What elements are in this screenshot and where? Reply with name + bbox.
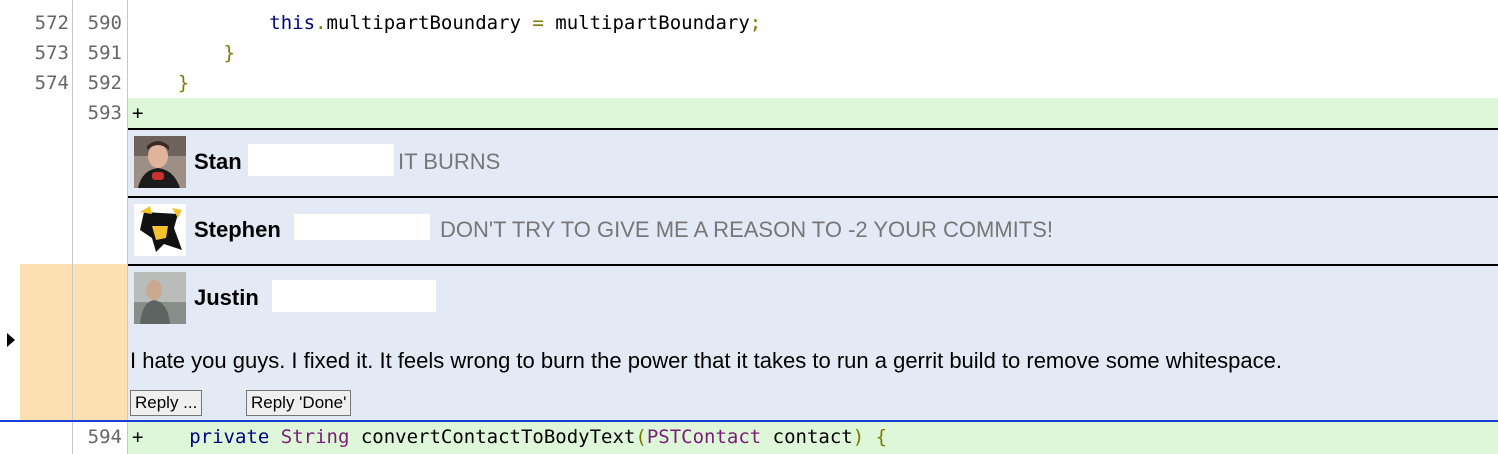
reply-button[interactable]: Reply ...: [130, 390, 203, 416]
comment-stephen[interactable]: Stephen DON'T TRY TO GIVE ME A REASON TO…: [128, 196, 1498, 264]
diff-line: 574 592 }: [0, 68, 1498, 98]
comment-stan[interactable]: Stan IT BURNS: [128, 128, 1498, 196]
new-line-number[interactable]: 594: [73, 422, 127, 454]
new-line-number[interactable]: 591: [73, 38, 127, 68]
new-line-number[interactable]: 592: [73, 68, 127, 98]
comment-summary[interactable]: IT BURNS: [398, 149, 500, 175]
expanded-gutter-new: [73, 264, 127, 420]
redacted-date: [294, 214, 430, 240]
expanded-gutter-old: [20, 264, 72, 420]
redacted-date: [248, 144, 394, 176]
author-name: Stephen: [194, 217, 281, 242]
diff-line: 573 591 }: [0, 38, 1498, 68]
old-line-number[interactable]: 574: [20, 68, 72, 98]
old-line-number[interactable]: 572: [20, 8, 72, 38]
code-text: + private String convertContactToBodyTex…: [132, 426, 888, 448]
new-line-number[interactable]: 593: [73, 98, 127, 128]
caret-right-icon[interactable]: [6, 332, 16, 348]
redacted-date: [272, 280, 436, 312]
add-marker: +: [132, 102, 144, 124]
diff-line-added: 594 + private String convertContactToBod…: [0, 422, 1498, 454]
new-line-number[interactable]: 590: [73, 8, 127, 38]
comment-summary[interactable]: DON'T TRY TO GIVE ME A REASON TO -2 YOUR…: [440, 217, 1053, 243]
author-name: Justin: [194, 285, 259, 310]
reply-done-button[interactable]: Reply 'Done': [246, 390, 352, 416]
code-text: this.multipartBoundary = multipartBounda…: [269, 12, 762, 34]
comment-message: I hate you guys. I fixed it. It feels wr…: [130, 348, 1282, 373]
author-name: Stan: [194, 149, 242, 174]
avatar: [134, 272, 186, 324]
diff-line: 572 590 this.multipartBoundary = multipa…: [0, 8, 1498, 38]
diff-line-partial: [0, 0, 1498, 8]
penguin-avatar-icon: [134, 204, 186, 256]
code-text: }: [177, 72, 190, 94]
old-line-number[interactable]: 573: [20, 38, 72, 68]
comment-justin[interactable]: Justin I hate you guys. I fixed it. It f…: [128, 264, 1498, 420]
diff-line-added: 593 +: [0, 98, 1498, 128]
avatar: [134, 136, 186, 188]
code-text: }: [223, 42, 235, 64]
added-line-bg: [128, 98, 1498, 128]
